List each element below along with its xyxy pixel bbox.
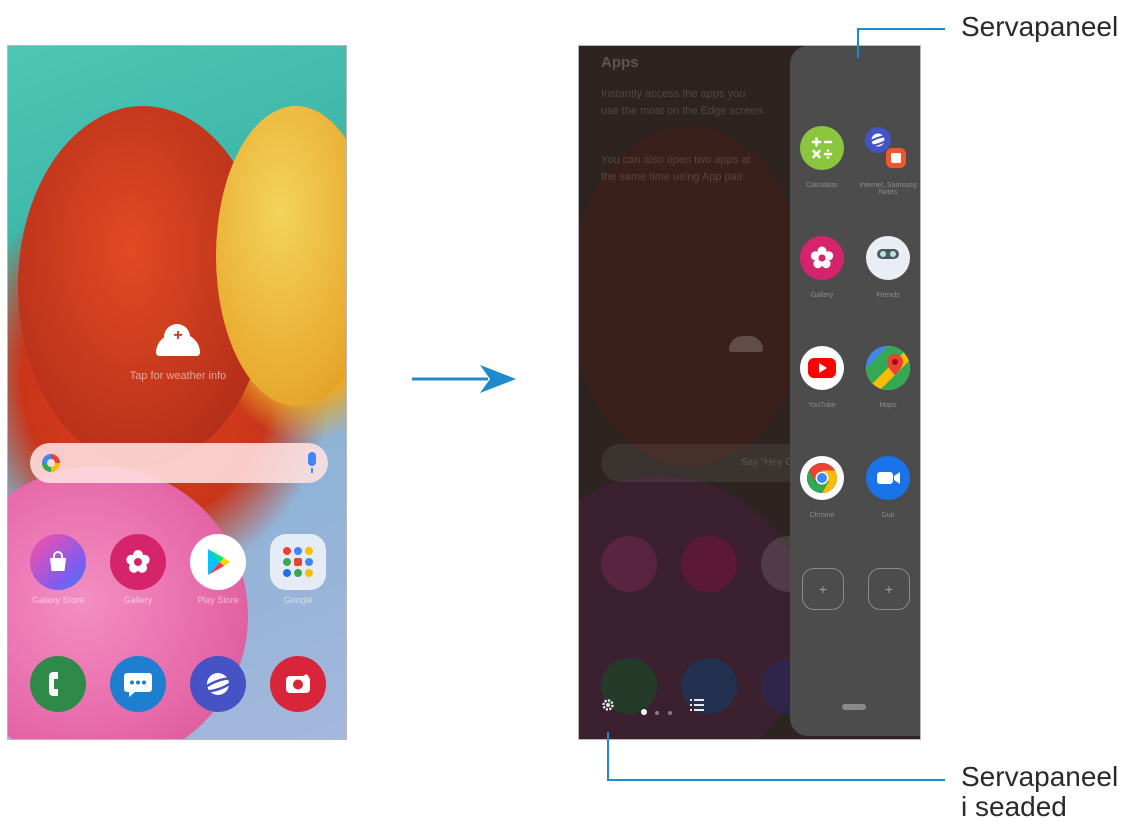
gallery-flower-icon — [126, 550, 150, 573]
edge-app-youtube[interactable] — [800, 346, 844, 390]
edge-app-chrome[interactable] — [800, 456, 844, 500]
edge-app-friends[interactable] — [866, 236, 910, 280]
internet-icon — [202, 673, 234, 695]
edge-app-label: YouTube — [808, 402, 836, 409]
edge-app-label: Duo — [881, 512, 895, 519]
page-indicator — [641, 702, 672, 720]
plus-icon: + — [173, 327, 183, 344]
shopping-bag-icon — [50, 551, 66, 571]
duo-icon — [877, 472, 900, 484]
dimmed-app — [681, 536, 737, 592]
messages-app[interactable] — [110, 656, 166, 712]
weather-hint-text: Tap for weather info — [129, 370, 227, 382]
internet-app[interactable] — [190, 656, 246, 712]
panel-description: You can also open two apps at the same t… — [601, 154, 751, 183]
youtube-icon — [808, 358, 836, 378]
edge-panel-handle[interactable] — [842, 704, 866, 710]
edge-panel-screen: Apps Instantly access the apps you use t… — [578, 45, 921, 740]
google-folder[interactable] — [270, 534, 326, 590]
friends-icon — [877, 249, 899, 259]
edit-list-icon[interactable] — [690, 699, 704, 711]
app-label: Google — [283, 595, 313, 605]
callout-line-settings — [607, 779, 945, 781]
play-store-icon — [208, 549, 230, 575]
edge-app-label: Chrome — [809, 512, 835, 519]
edge-app-label: Internet, Samsung Notes — [859, 182, 917, 196]
phone-icon — [49, 672, 58, 696]
chrome-icon — [806, 463, 838, 493]
app-label: Gallery — [123, 595, 153, 605]
panel-description: Instantly access the apps you use the mo… — [601, 88, 766, 117]
google-folder-icon — [283, 547, 313, 577]
settings-gear-icon[interactable] — [601, 698, 615, 712]
google-g-icon — [42, 454, 60, 472]
messages-icon — [124, 673, 152, 697]
edge-app-maps[interactable] — [866, 346, 910, 390]
transition-arrow-icon — [412, 365, 516, 393]
microphone-icon[interactable] — [308, 452, 316, 473]
panel-title: Apps — [601, 54, 639, 71]
edge-app-calculator[interactable] — [800, 126, 844, 170]
callout-settings-line2: i seaded — [961, 791, 1067, 822]
galaxy-store-app[interactable] — [30, 534, 86, 590]
calculator-icon — [811, 137, 833, 159]
app-pair-icon — [865, 127, 906, 168]
edge-panel[interactable]: Calculator Internet, Samsung Notes Galle… — [790, 46, 920, 736]
google-search-bar[interactable] — [30, 443, 328, 483]
callout-line-edge-panel — [857, 28, 859, 58]
edge-app-label: Maps — [879, 402, 897, 409]
edge-app-gallery[interactable] — [800, 236, 844, 280]
callout-edge-panel: Servapaneel — [961, 11, 1119, 42]
app-label: Play Store — [197, 595, 239, 605]
callout-line-settings — [607, 732, 609, 780]
callout-line-edge-panel — [857, 28, 945, 30]
app-label: Galaxy Store — [31, 595, 85, 605]
phone-app[interactable] — [30, 656, 86, 712]
gallery-app[interactable] — [110, 534, 166, 590]
edge-app-label: Gallery — [810, 292, 834, 299]
play-store-app[interactable] — [190, 534, 246, 590]
add-app-slot[interactable]: + — [802, 568, 844, 610]
home-screen: + Tap for weather info Galaxy Store Gall… — [7, 45, 347, 740]
camera-app[interactable] — [270, 656, 326, 712]
add-app-slot[interactable]: + — [868, 568, 910, 610]
callout-settings-line1: Servapaneel — [961, 761, 1119, 792]
dimmed-weather-icon — [729, 336, 763, 352]
gallery-flower-icon — [810, 246, 834, 269]
dimmed-app — [601, 536, 657, 592]
edge-app-pair[interactable] — [862, 124, 914, 172]
camera-icon — [286, 674, 310, 693]
maps-icon — [866, 346, 910, 390]
edge-app-label: Friends — [876, 292, 900, 299]
edge-app-duo[interactable] — [866, 456, 910, 500]
edge-app-label: Calculator — [806, 182, 838, 189]
